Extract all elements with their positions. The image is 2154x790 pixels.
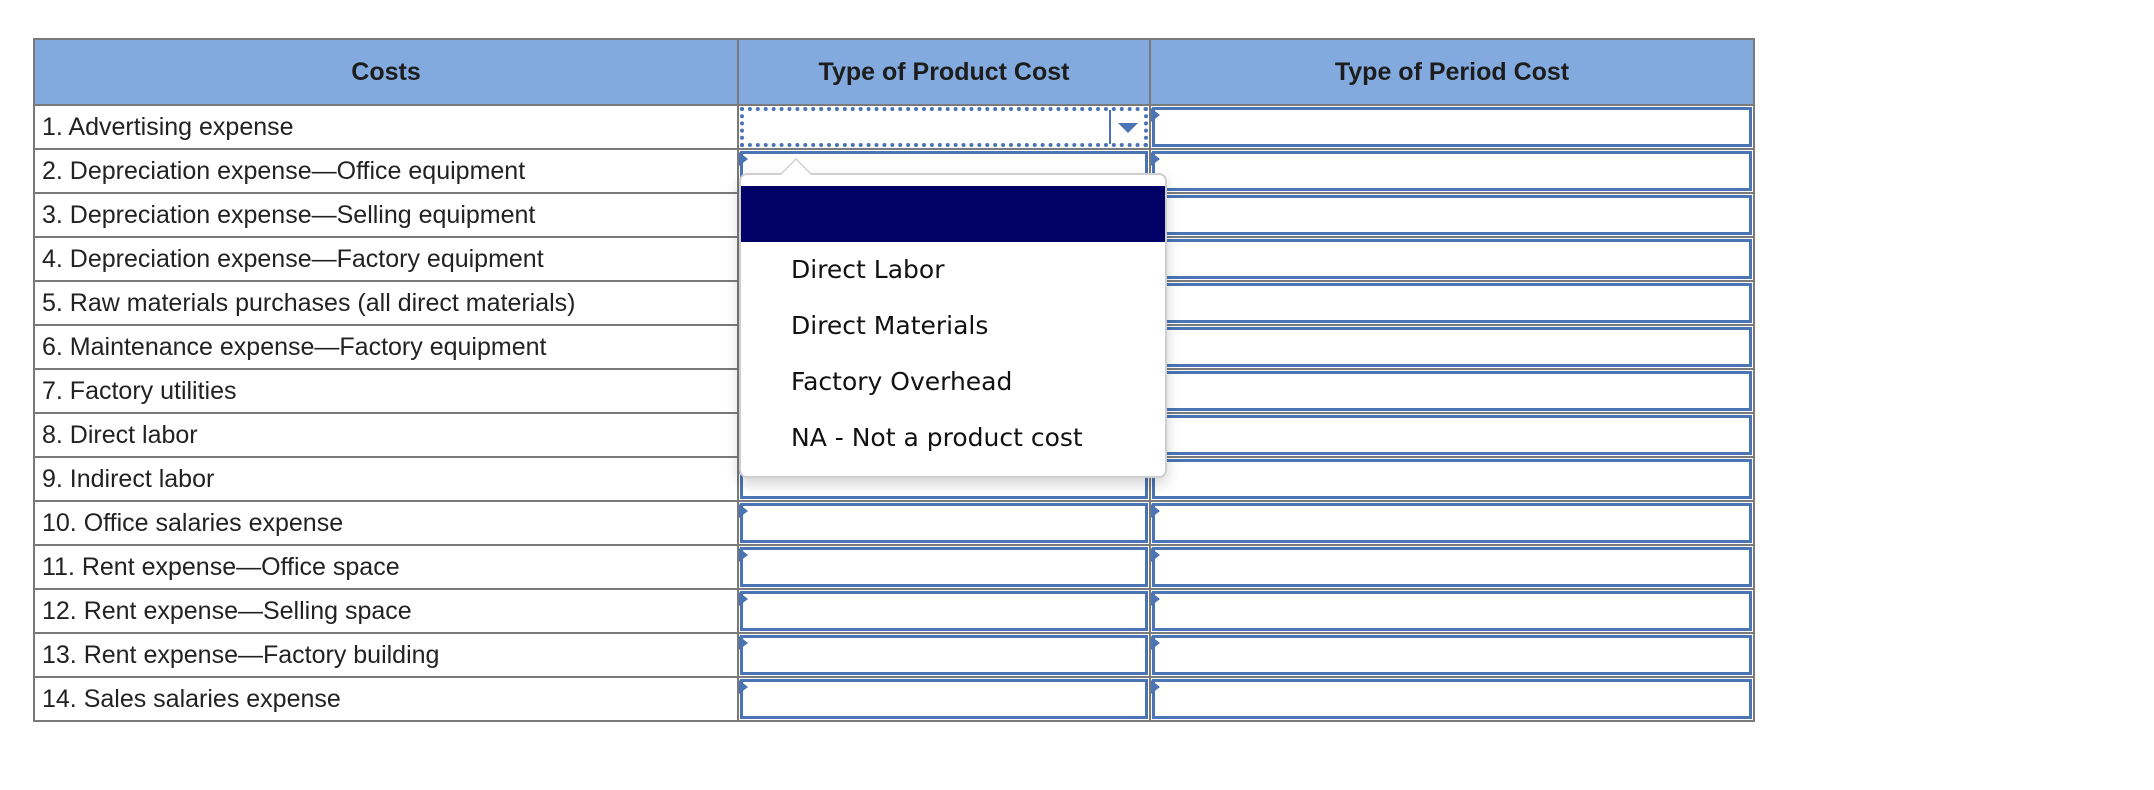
product-cost-select[interactable] [737, 500, 1151, 546]
select-value[interactable] [740, 591, 1148, 631]
period-cost-select[interactable] [1149, 588, 1755, 634]
dropdown-option-blank[interactable] [741, 186, 1165, 242]
table-row: 1. Advertising expense [33, 104, 1755, 150]
select-value[interactable] [1152, 239, 1752, 279]
period-cost-select[interactable] [1149, 632, 1755, 678]
cell-marker-icon [1151, 592, 1160, 606]
cell-marker-icon [739, 636, 748, 650]
period-cost-select[interactable] [1149, 500, 1755, 546]
product-cost-select[interactable] [737, 544, 1151, 590]
product-cost-select[interactable] [737, 676, 1151, 722]
cost-label: 12. Rent expense—Selling space [33, 588, 739, 634]
cost-label: 11. Rent expense—Office space [33, 544, 739, 590]
cell-marker-icon [1151, 548, 1160, 562]
table-row: 10. Office salaries expense [33, 500, 1755, 546]
select-value[interactable] [740, 679, 1148, 719]
cost-label: 10. Office salaries expense [33, 500, 739, 546]
table-row: 13. Rent expense—Factory building [33, 632, 1755, 678]
dropdown-option-na[interactable]: NA - Not a product cost [741, 410, 1165, 466]
period-cost-select[interactable] [1149, 148, 1755, 194]
cost-label: 9. Indirect labor [33, 456, 739, 502]
period-cost-select[interactable] [1149, 280, 1755, 326]
cost-label: 14. Sales salaries expense [33, 676, 739, 722]
cost-label: 8. Direct labor [33, 412, 739, 458]
select-value[interactable] [1152, 195, 1752, 235]
select-value[interactable] [1152, 459, 1752, 499]
select-value[interactable] [1152, 547, 1752, 587]
dropdown-option-factory-overhead[interactable]: Factory Overhead [741, 354, 1165, 410]
cost-label: 1. Advertising expense [33, 104, 739, 150]
select-value[interactable] [1152, 371, 1752, 411]
period-cost-select[interactable] [1149, 192, 1755, 238]
period-cost-select[interactable] [1149, 324, 1755, 370]
cost-label: 2. Depreciation expense—Office equipment [33, 148, 739, 194]
cost-label: 5. Raw materials purchases (all direct m… [33, 280, 739, 326]
select-value[interactable] [1152, 503, 1752, 543]
cell-marker-icon [1151, 680, 1160, 694]
product-cost-dropdown-menu: Direct Labor Direct Materials Factory Ov… [739, 158, 1167, 478]
cell-marker-icon [1151, 108, 1160, 122]
select-value[interactable] [1152, 679, 1752, 719]
cost-label: 4. Depreciation expense—Factory equipmen… [33, 236, 739, 282]
cell-marker-icon [1151, 504, 1160, 518]
cell-marker-icon [739, 152, 748, 166]
period-cost-select[interactable] [1149, 236, 1755, 282]
cost-label: 13. Rent expense—Factory building [33, 632, 739, 678]
cost-label: 6. Maintenance expense—Factory equipment [33, 324, 739, 370]
select-divider [1109, 110, 1111, 144]
period-cost-select[interactable] [1149, 676, 1755, 722]
table-row: 12. Rent expense—Selling space [33, 588, 1755, 634]
product-cost-select[interactable] [737, 588, 1151, 634]
cell-marker-icon [1151, 152, 1160, 166]
header-product-cost: Type of Product Cost [737, 38, 1151, 106]
select-value[interactable] [740, 503, 1148, 543]
period-cost-select[interactable] [1149, 544, 1755, 590]
select-value[interactable] [1152, 591, 1752, 631]
period-cost-select[interactable] [1149, 412, 1755, 458]
select-value[interactable] [740, 107, 1148, 147]
select-value[interactable] [740, 547, 1148, 587]
select-value[interactable] [1152, 151, 1752, 191]
chevron-down-icon[interactable] [1118, 123, 1138, 133]
cell-marker-icon [739, 592, 748, 606]
select-value[interactable] [1152, 327, 1752, 367]
product-cost-select[interactable] [737, 632, 1151, 678]
select-value[interactable] [1152, 635, 1752, 675]
select-value[interactable] [1152, 107, 1752, 147]
cell-marker-icon [1151, 636, 1160, 650]
select-value[interactable] [1152, 415, 1752, 455]
select-value[interactable] [740, 635, 1148, 675]
header-row: Costs Type of Product Cost Type of Perio… [33, 38, 1755, 106]
cell-marker-icon [739, 680, 748, 694]
table-row: 11. Rent expense—Office space [33, 544, 1755, 590]
product-cost-select[interactable] [737, 104, 1151, 150]
dropdown-option-direct-materials[interactable]: Direct Materials [741, 298, 1165, 354]
table-row: 14. Sales salaries expense [33, 676, 1755, 722]
cost-label: 7. Factory utilities [33, 368, 739, 414]
select-value[interactable] [1152, 283, 1752, 323]
period-cost-select[interactable] [1149, 104, 1755, 150]
header-period-cost: Type of Period Cost [1149, 38, 1755, 106]
dropdown-option-direct-labor[interactable]: Direct Labor [741, 242, 1165, 298]
cell-marker-icon [739, 504, 748, 518]
popup-pointer [779, 158, 813, 175]
period-cost-select[interactable] [1149, 456, 1755, 502]
cell-marker-icon [739, 548, 748, 562]
period-cost-select[interactable] [1149, 368, 1755, 414]
cost-label: 3. Depreciation expense—Selling equipmen… [33, 192, 739, 238]
header-costs: Costs [33, 38, 739, 106]
